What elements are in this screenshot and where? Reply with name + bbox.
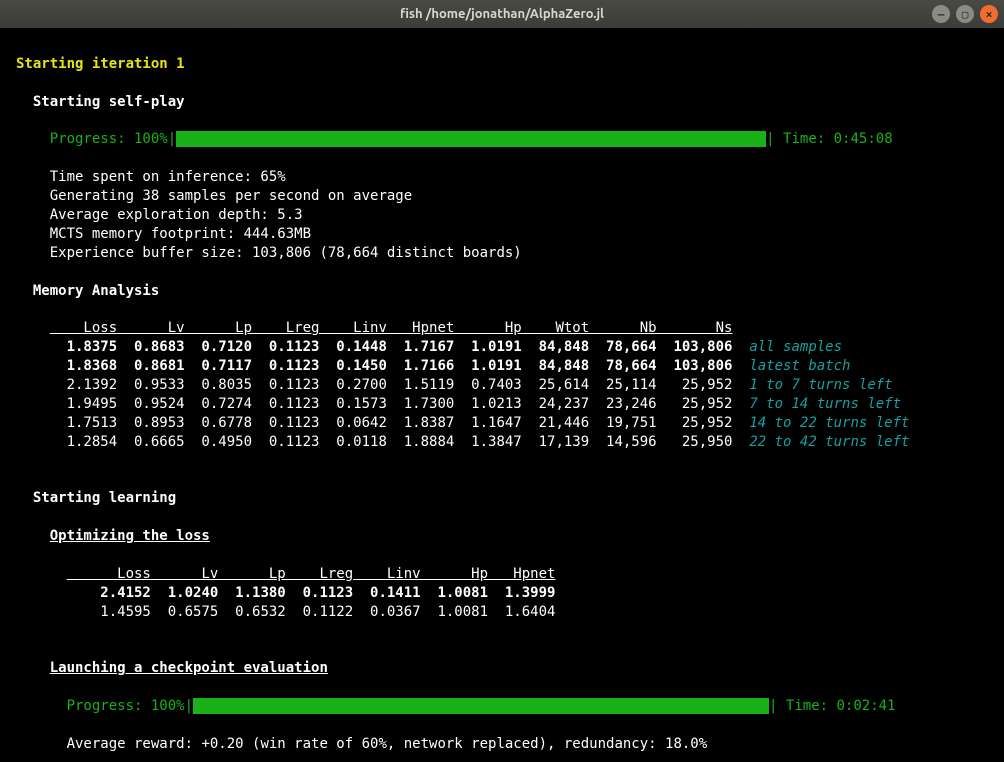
checkpoint-progress-bar (193, 698, 769, 714)
row-annotation: all samples (749, 339, 842, 355)
table-row: 1.2854 0.6665 0.4950 0.1123 0.0118 1.888… (50, 434, 733, 450)
row-annotation: 1 to 7 turns left (749, 377, 892, 393)
checkpoint-progress-label: Progress: 100% (67, 698, 185, 714)
close-button[interactable]: × (980, 5, 998, 23)
selfplay-stat: Experience buffer size: 103,806 (78,664 … (50, 245, 522, 261)
iteration-header: Starting iteration 1 (16, 56, 185, 72)
checkpoint-header: Launching a checkpoint evaluation (50, 660, 328, 676)
row-annotation: 22 to 42 turns left (749, 434, 909, 450)
window-controls: – ▢ × (932, 5, 998, 23)
terminal-output: Starting iteration 1 Starting self-play … (0, 28, 1004, 762)
row-annotation: 14 to 22 turns left (749, 415, 909, 431)
checkpoint-result: Average reward: +0.20 (win rate of 60%, … (67, 736, 708, 752)
table-row: 1.7513 0.8953 0.6778 0.1123 0.0642 1.838… (50, 415, 733, 431)
selfplay-stat: Generating 38 samples per second on aver… (50, 188, 412, 204)
maximize-button[interactable]: ▢ (956, 5, 974, 23)
table-header: Loss Lv Lp Lreg Linv Hpnet Hp Wtot Nb Ns (50, 320, 733, 336)
selfplay-header: Starting self-play (33, 94, 185, 110)
minimize-button[interactable]: – (932, 5, 950, 23)
selfplay-stat: MCTS memory footprint: 444.63MB (50, 226, 311, 242)
row-annotation: latest batch (749, 358, 850, 374)
table-row: 1.9495 0.9524 0.7274 0.1123 0.1573 1.730… (50, 396, 733, 412)
table-row: 1.8368 0.8681 0.7117 0.1123 0.1450 1.716… (50, 358, 733, 374)
table-row: 2.1392 0.9533 0.8035 0.1123 0.2700 1.511… (50, 377, 733, 393)
optimizing-header: Optimizing the loss (50, 528, 210, 544)
checkpoint-time: Time: 0:02:41 (786, 698, 896, 714)
selfplay-stat: Average exploration depth: 5.3 (50, 207, 303, 223)
selfplay-progress-label: Progress: 100% (50, 131, 168, 147)
table-row: 1.8375 0.8683 0.7120 0.1123 0.1448 1.716… (50, 339, 733, 355)
table-header: Loss Lv Lp Lreg Linv Hp Hpnet (67, 566, 556, 582)
selfplay-stat: Time spent on inference: 65% (50, 169, 286, 185)
table-row: 1.4595 0.6575 0.6532 0.1122 0.0367 1.008… (67, 604, 556, 620)
selfplay-progress-bar (176, 131, 766, 147)
memory-header: Memory Analysis (33, 283, 159, 299)
window-title: fish /home/jonathan/AlphaZero.jl (6, 7, 998, 21)
titlebar: fish /home/jonathan/AlphaZero.jl – ▢ × (0, 0, 1004, 28)
selfplay-time: Time: 0:45:08 (783, 131, 893, 147)
row-annotation: 7 to 14 turns left (749, 396, 901, 412)
learning-header: Starting learning (33, 490, 176, 506)
table-row: 2.4152 1.0240 1.1380 0.1123 0.1411 1.008… (67, 585, 556, 601)
